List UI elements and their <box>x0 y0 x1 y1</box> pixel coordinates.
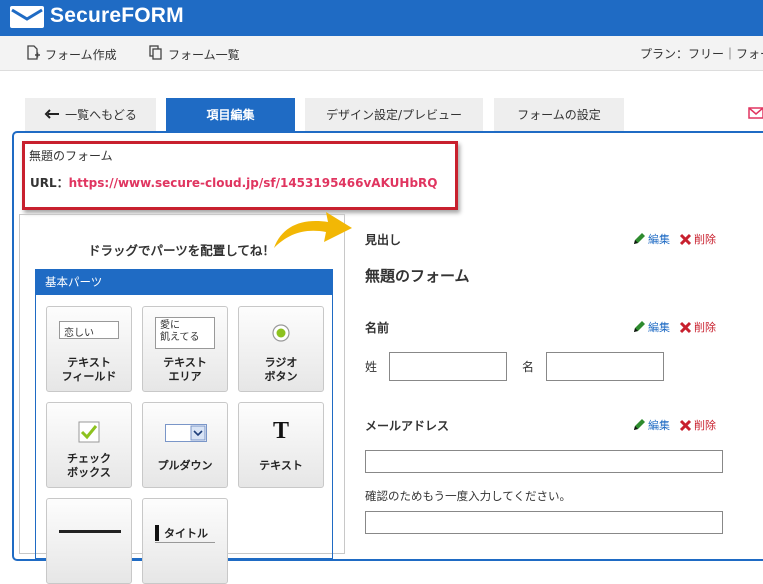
x-delete-icon <box>679 233 692 245</box>
email-section-label: メールアドレス <box>365 419 450 433</box>
name-delete-label: 削除 <box>694 321 716 334</box>
part-checkbox[interactable]: チェック ボックス <box>46 402 132 488</box>
x-delete-icon <box>679 419 692 431</box>
email-edit-button[interactable]: 編集 <box>632 417 670 433</box>
url-highlight-box <box>22 141 458 210</box>
basic-parts-header: 基本パーツ <box>35 269 333 295</box>
part-text-label: テキスト <box>259 459 303 472</box>
part-radio-label1: ラジオ <box>264 356 298 369</box>
logo-envelope-icon <box>10 6 44 28</box>
part-pulldown-label: プルダウン <box>157 459 213 472</box>
logo-text[interactable]: SecureFORM <box>50 4 184 28</box>
mei-input[interactable] <box>546 352 664 381</box>
tab-form-settings[interactable]: フォームの設定 <box>494 98 624 131</box>
heading-actions: 編集 削除 <box>632 231 716 247</box>
part-checkbox-label1: チェック <box>67 452 111 465</box>
email-edit-label: 編集 <box>648 419 670 432</box>
heading-delete-label: 削除 <box>694 233 716 246</box>
sei-label: 姓 <box>365 360 378 374</box>
curved-arrow-icon <box>268 208 360 255</box>
back-arrow-icon <box>44 108 60 122</box>
horizontal-line-icon <box>59 530 121 533</box>
part-text-area-sample-line2: 飢えてる <box>160 332 200 343</box>
name-section-label: 名前 <box>365 321 390 335</box>
sub-nav: フォーム作成 フォーム一覧 プラン：フリー｜フォー <box>0 36 763 71</box>
email-delete-label: 削除 <box>694 419 716 432</box>
part-horizontal-line[interactable] <box>46 498 132 584</box>
part-text-area-sample: 愛に 飢えてる <box>155 317 215 349</box>
name-edit-button[interactable]: 編集 <box>632 319 670 335</box>
title-underline-icon <box>155 542 215 543</box>
tab-design-label: デザイン設定/プレビュー <box>325 108 463 122</box>
copy-document-icon <box>149 45 163 63</box>
heading-edit-button[interactable]: 編集 <box>632 231 670 247</box>
sei-input[interactable] <box>389 352 507 381</box>
heading-delete-button[interactable]: 削除 <box>679 231 716 247</box>
title-bar-icon <box>155 525 159 541</box>
x-delete-icon <box>679 321 692 333</box>
top-bar: SecureFORM <box>0 0 763 36</box>
part-radio-button[interactable]: ラジオ ボタン <box>238 306 324 392</box>
pencil-icon <box>634 233 645 244</box>
part-radio-label2: ボタン <box>264 370 298 383</box>
part-checkbox-label2: ボックス <box>67 466 111 479</box>
tab-design-preview[interactable]: デザイン設定/プレビュー <box>305 98 483 131</box>
part-pulldown[interactable]: プルダウン <box>142 402 228 488</box>
email-confirm-input[interactable] <box>365 511 723 534</box>
part-text-area-label1: テキスト <box>163 356 207 369</box>
checkbox-icon <box>78 421 100 446</box>
part-text-field[interactable]: 恋しい テキスト フィールド <box>46 306 132 392</box>
email-actions: 編集 削除 <box>632 417 716 433</box>
part-text-field-sample: 恋しい <box>59 321 119 339</box>
drag-hint: ドラッグでパーツを配置してね！ <box>88 243 275 258</box>
part-text-area-label2: エリア <box>168 370 202 383</box>
tab-settings-label: フォームの設定 <box>517 108 601 122</box>
part-text-field-label2: フィールド <box>61 370 117 383</box>
heading-edit-label: 編集 <box>648 233 670 246</box>
mei-label: 名 <box>522 360 535 374</box>
name-delete-button[interactable]: 削除 <box>679 319 716 335</box>
select-box-icon <box>165 424 207 445</box>
email-confirm-label: 確認のためもう一度入力してください。 <box>365 489 571 503</box>
name-actions: 編集 削除 <box>632 319 716 335</box>
form-list-label: フォーム一覧 <box>168 47 240 62</box>
text-t-icon: T <box>272 418 289 444</box>
pencil-icon <box>634 419 645 430</box>
name-edit-label: 編集 <box>648 321 670 334</box>
plan-info[interactable]: プラン：フリー｜フォー <box>640 45 763 62</box>
create-form-link[interactable]: フォーム作成 <box>26 45 117 63</box>
part-text-area-sample-line1: 愛に <box>160 320 180 331</box>
new-document-icon <box>26 45 40 63</box>
pencil-icon <box>634 321 645 332</box>
heading-section-label: 見出し <box>365 233 402 247</box>
part-text[interactable]: T テキスト <box>238 402 324 488</box>
tab-back-to-list[interactable]: 一覧へもどる <box>25 98 156 131</box>
part-text-field-label1: テキスト <box>67 356 111 369</box>
radio-icon <box>271 323 291 346</box>
tab-item-edit[interactable]: 項目編集 <box>166 98 295 131</box>
part-text-area[interactable]: 愛に 飢えてる テキスト エリア <box>142 306 228 392</box>
email-input[interactable] <box>365 450 723 473</box>
form-title-preview: 無題のフォーム <box>365 267 470 285</box>
create-form-label: フォーム作成 <box>45 47 117 62</box>
part-title-sample: タイトル <box>164 527 208 540</box>
email-delete-button[interactable]: 削除 <box>679 417 716 433</box>
tab-back-label: 一覧へもどる <box>65 108 137 122</box>
tab-item-edit-label: 項目編集 <box>206 108 255 122</box>
part-title[interactable]: タイトル <box>142 498 228 584</box>
mail-icon[interactable] <box>748 107 763 122</box>
form-list-link[interactable]: フォーム一覧 <box>149 45 240 63</box>
